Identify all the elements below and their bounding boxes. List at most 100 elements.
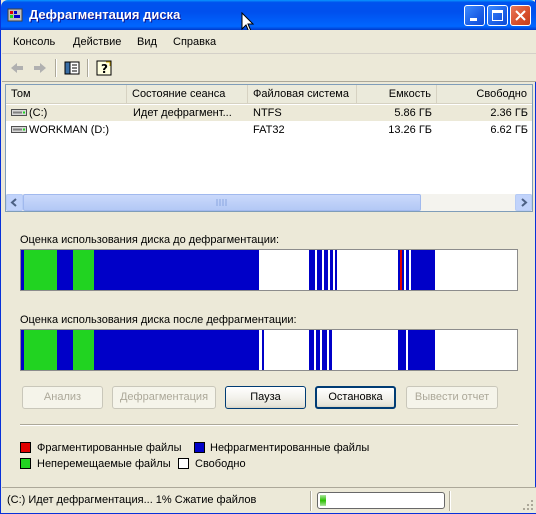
maximize-icon <box>492 10 503 21</box>
hard-drive-icon <box>11 109 27 116</box>
status-separator <box>310 491 312 511</box>
menu-console[interactable]: Консоль <box>13 36 55 48</box>
contiguous-segment <box>324 250 328 290</box>
capacity-cell: 5.86 ГБ <box>394 107 432 119</box>
before-defrag-disk-map <box>20 249 518 291</box>
grip-lines-icon <box>216 199 227 206</box>
menu-view[interactable]: Вид <box>137 36 157 48</box>
menu-help[interactable]: Справка <box>173 36 216 48</box>
column-header-free-space[interactable]: Свободно <box>437 85 532 104</box>
contiguous-segment <box>330 250 333 290</box>
legend-contiguous-label: Нефрагментированные файлы <box>210 442 370 454</box>
unmovable-segment <box>24 330 57 370</box>
free-space-cell: 6.62 ГБ <box>490 124 528 136</box>
defrag-window: Дефрагментация диска Консоль Действие Ви… <box>0 0 536 514</box>
column-header-volume[interactable]: Том <box>6 85 127 104</box>
contiguous-segment <box>335 250 337 290</box>
contiguous-segment <box>309 330 314 370</box>
unmovable-segment <box>73 250 94 290</box>
volume-name: (C:) <box>29 107 48 119</box>
status-text: (C:) Идет дефрагментация... 1% Сжатие фа… <box>7 494 257 506</box>
status-separator <box>449 491 451 511</box>
toolbar-separator <box>87 59 89 77</box>
stop-button[interactable]: Остановка <box>315 386 396 409</box>
window-title: Дефрагментация диска <box>29 7 181 22</box>
session-status-cell: Идет дефрагмент... <box>133 107 232 119</box>
view-report-button[interactable]: Вывести отчет <box>406 386 498 409</box>
contiguous-segment <box>316 330 320 370</box>
minimize-button[interactable] <box>464 5 485 26</box>
contiguous-segment <box>57 330 73 370</box>
contiguous-segment <box>262 330 264 370</box>
show-hide-console-tree-icon[interactable] <box>63 59 81 77</box>
contiguous-segment <box>322 330 327 370</box>
contiguous-segment <box>408 330 435 370</box>
unmovable-segment <box>73 330 94 370</box>
forward-arrow-icon[interactable] <box>31 59 49 77</box>
contiguous-segment <box>94 250 259 290</box>
contiguous-segment <box>411 250 435 290</box>
legend-contiguous-swatch <box>194 442 205 453</box>
maximize-button[interactable] <box>487 5 508 26</box>
after-defrag-label: Оценка использования диска после дефрагм… <box>20 314 297 326</box>
contiguous-segment <box>406 250 409 290</box>
defragment-button[interactable]: Дефрагментация <box>112 386 216 409</box>
contiguous-segment <box>57 250 73 290</box>
contiguous-segment <box>309 250 315 290</box>
after-defrag-disk-map <box>20 329 518 371</box>
legend-free-label: Свободно <box>195 458 246 470</box>
volume-list-header: Том Состояние сеанса Файловая система Ем… <box>6 85 532 104</box>
scroll-right-button[interactable] <box>515 194 532 211</box>
legend-unmovable-label: Неперемещаемые файлы <box>37 458 171 470</box>
status-bar: (C:) Идет дефрагментация... 1% Сжатие фа… <box>2 487 536 513</box>
file-system-cell: FAT32 <box>253 124 285 136</box>
title-bar[interactable]: Дефрагментация диска <box>1 0 536 30</box>
contiguous-segment <box>329 330 332 370</box>
legend-fragmented-label: Фрагментированные файлы <box>37 442 182 454</box>
unmovable-segment <box>24 250 57 290</box>
hard-drive-icon <box>11 126 27 133</box>
scrollbar-thumb[interactable] <box>23 194 421 211</box>
legend-free-swatch <box>178 458 189 469</box>
capacity-cell: 13.26 ГБ <box>388 124 432 136</box>
pause-button[interactable]: Пауза <box>225 386 306 409</box>
close-icon <box>515 10 526 21</box>
column-header-session-status[interactable]: Состояние сеанса <box>127 85 248 104</box>
volume-list: Том Состояние сеанса Файловая система Ем… <box>5 84 533 212</box>
arrow-right-icon <box>521 198 528 207</box>
legend-fragmented-swatch <box>20 442 31 453</box>
resize-grip-icon[interactable] <box>522 499 534 511</box>
volume-name-cell: WORKMAN (D:) <box>11 124 127 136</box>
help-icon[interactable]: ? <box>95 59 113 77</box>
progress-fill <box>320 495 327 506</box>
volume-name: WORKMAN (D:) <box>29 124 110 136</box>
back-arrow-icon[interactable] <box>8 59 26 77</box>
svg-text:?: ? <box>101 62 108 76</box>
defrag-progress-bar <box>317 492 445 509</box>
minimize-icon <box>470 18 477 21</box>
column-header-file-system[interactable]: Файловая система <box>248 85 357 104</box>
arrow-left-icon <box>10 198 17 207</box>
toolbar-separator <box>55 59 57 77</box>
contiguous-segment <box>94 330 259 370</box>
defrag-app-icon <box>7 8 23 22</box>
contiguous-segment <box>398 330 406 370</box>
divider <box>20 424 518 426</box>
menu-action[interactable]: Действие <box>73 36 121 48</box>
before-defrag-label: Оценка использования диска до дефрагмент… <box>20 234 280 246</box>
file-system-cell: NTFS <box>253 107 282 119</box>
close-button[interactable] <box>510 5 531 26</box>
scroll-left-button[interactable] <box>6 194 23 211</box>
contiguous-segment <box>317 250 322 290</box>
contiguous-segment <box>402 250 404 290</box>
column-header-capacity[interactable]: Емкость <box>357 85 437 104</box>
volume-row[interactable]: WORKMAN (D:) FAT32 13.26 ГБ 6.62 ГБ <box>6 122 532 138</box>
horizontal-scrollbar[interactable] <box>6 194 532 211</box>
analyze-button[interactable]: Анализ <box>22 386 103 409</box>
legend-unmovable-swatch <box>20 458 31 469</box>
free-space-cell: 2.36 ГБ <box>490 107 528 119</box>
volume-name-cell: (C:) <box>11 107 127 119</box>
menu-bar: Консоль Действие Вид Справка <box>2 30 536 54</box>
volume-row[interactable]: (C:) Идет дефрагмент... NTFS 5.86 ГБ 2.3… <box>6 105 532 121</box>
toolbar: ? <box>2 54 536 82</box>
